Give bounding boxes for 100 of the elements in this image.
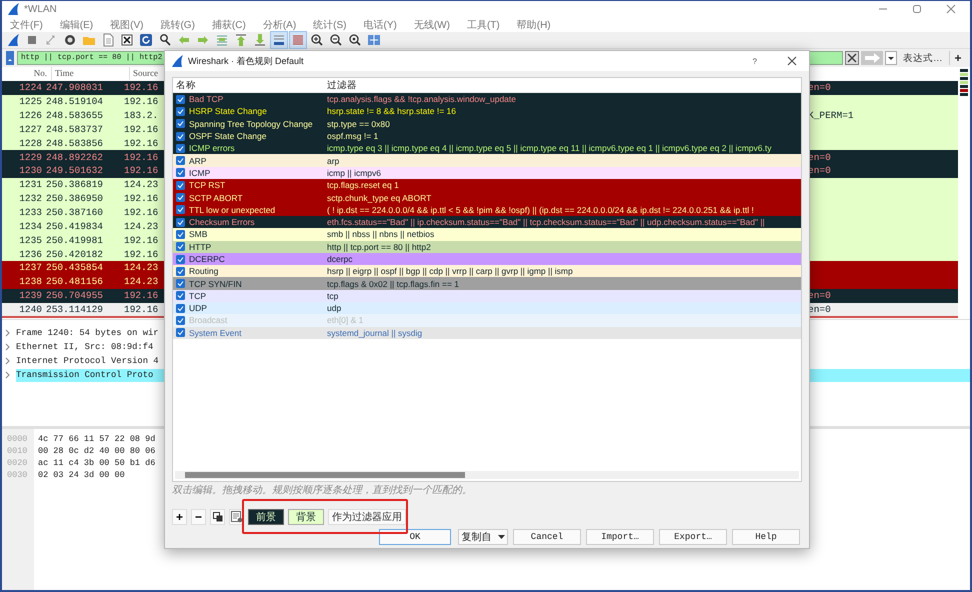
checkbox[interactable] [176, 230, 185, 239]
toolbar-button[interactable] [252, 32, 268, 48]
table-cell: 124.23 [124, 179, 159, 190]
checkbox[interactable] [176, 328, 185, 338]
bookmark-icon[interactable] [5, 51, 15, 65]
rule-row[interactable]: ICMP icmp || icmpv6 [173, 166, 801, 180]
checkbox[interactable] [176, 316, 185, 325]
rule-row[interactable]: TCP SYN/FIN tcp.flags & 0x02 || tcp.flags.fin == 1 [173, 277, 801, 290]
rule-row[interactable]: SCTP ABORT sctp.chunk_type eq ABORT [173, 191, 801, 204]
toolbar-button[interactable] [328, 32, 344, 48]
toolbar-button[interactable] [62, 32, 78, 48]
rule-row[interactable]: TTL low or unexpected ( ! ip.dst == 224.0.0.0/4 && ip.ttl < 5 && !pim && !ospf) || (ip.dst == 224.0.0.0/24 && ip.dst != 224.0.0.251 && ip.ttl ! [173, 204, 801, 216]
rule-row[interactable]: ICMP errors icmp.type eq 3 || icmp.type eq 4 || icmp.type eq 5 || icmp.type eq 11 || icmpv6.type eq 1 || icmpv6.type eq 2 || icmpv6.ty [173, 142, 801, 154]
dialog-button[interactable]: Import… [586, 529, 654, 545]
column-header[interactable]: Time [52, 67, 130, 80]
checkbox[interactable] [176, 94, 185, 104]
byte-offset: 0030 [7, 469, 28, 481]
document-icon [230, 511, 242, 523]
checkbox[interactable] [176, 106, 185, 116]
rule-row[interactable]: Routing hsrp || eigrp || ospf || bgp || cdp || vrrp || carp || gvrp || igmp || ismp [173, 265, 801, 278]
background-button[interactable]: 背景 [288, 509, 324, 525]
table-cell: icmp.type eq 3 || icmp.type eq 4 || icmp.type eq 5 || icmp.type eq 11 || icmpv6.type eq 1 || icmpv6.type eq 2 || icmpv6.ty [327, 143, 772, 154]
checkbox[interactable] [176, 254, 185, 264]
toolbar-button[interactable] [138, 32, 154, 48]
app-logo-icon [6, 2, 20, 16]
table-cell: 124.23 [124, 262, 159, 274]
dropdown-icon[interactable] [885, 51, 897, 65]
menu-item[interactable]: 统计(S) [313, 18, 346, 32]
rule-row[interactable]: TCP RST tcp.flags.reset eq 1 [173, 179, 801, 192]
rule-row[interactable]: HSRP State Change hsrp.state != 8 && hsrp.state != 16 [173, 105, 801, 118]
column-header[interactable]: 过滤器 [327, 78, 357, 92]
remove-button[interactable]: − [191, 509, 206, 525]
copy-button[interactable] [210, 509, 225, 525]
rule-row[interactable]: Checksum Errors eth.fcs.status=="Bad" || ip.checksum.status=="Bad" || tcp.checksum.status=="Bad" || udp.checksum.status=="Bad" || [173, 216, 801, 228]
table-cell-text: 1238 [18, 276, 43, 288]
toolbar-button[interactable] [347, 32, 363, 48]
checkbox[interactable] [176, 205, 185, 214]
checkbox[interactable] [176, 156, 185, 166]
menu-item[interactable]: 捕获(C) [212, 18, 246, 32]
table-cell: udp [327, 303, 342, 314]
toolbar-button[interactable] [119, 32, 135, 48]
menu-item[interactable]: 编辑(E) [60, 18, 94, 32]
rule-row[interactable]: TCP tcp [173, 290, 801, 302]
checkbox[interactable] [176, 119, 185, 128]
dialog-button[interactable]: 复制自 [458, 529, 508, 545]
dialog-button[interactable]: Cancel [513, 529, 581, 545]
toolbar-button[interactable] [309, 32, 325, 48]
table-cell-text: HSRP State Change [189, 106, 268, 116]
toolbar-button[interactable] [157, 32, 173, 48]
scroll-thumb[interactable] [185, 472, 465, 478]
checkbox[interactable] [176, 193, 185, 202]
table-cell-text: 1233 [18, 207, 43, 218]
rule-row[interactable]: DCERPC dcerpc [173, 252, 801, 266]
checkbox[interactable] [176, 180, 185, 190]
menu-item[interactable]: 视图(V) [110, 18, 144, 32]
menu-item[interactable]: 文件(F) [10, 18, 43, 32]
checkbox[interactable] [176, 168, 185, 178]
add-button[interactable]: + [172, 509, 187, 525]
rule-row[interactable]: HTTP http || tcp.port == 80 || http2 [173, 240, 801, 253]
menu-item[interactable]: 电话(Y) [364, 18, 397, 32]
rule-row[interactable]: SMB smb || nbss || nbns || netbios [173, 228, 801, 241]
checkbox[interactable] [176, 218, 185, 227]
rule-row[interactable]: System Event systemd_journal || sysdig [173, 326, 801, 339]
checkbox[interactable] [176, 266, 185, 276]
checkbox[interactable] [176, 279, 185, 288]
rule-row[interactable]: ARP arp [173, 154, 801, 167]
rule-row[interactable]: UDP udp [173, 302, 801, 314]
horizontal-scrollbar[interactable] [175, 471, 799, 479]
checkbox[interactable] [176, 144, 185, 153]
dialog-button[interactable]: Export… [659, 529, 727, 545]
checkbox[interactable] [176, 132, 185, 141]
maximize-icon[interactable] [912, 4, 922, 14]
apply-as-filter-button[interactable]: 作为过滤器应用 [328, 509, 406, 525]
rule-row[interactable]: OSPF State Change ospf.msg != 1 [173, 130, 801, 142]
checkbox[interactable] [176, 242, 185, 252]
clear-icon[interactable] [845, 51, 859, 65]
rule-row[interactable]: Bad TCP tcp.analysis.flags && !tcp.analysis.window_update [173, 93, 801, 106]
menu-item[interactable]: 无线(W) [414, 18, 450, 32]
rule-row[interactable]: Spanning Tree Topology Change stp.type == 0x80 [173, 118, 801, 130]
expression-button[interactable]: 表达式… [899, 52, 946, 64]
foreground-button[interactable]: 前景 [248, 509, 284, 525]
table-cell: eth[0] & 1 [327, 315, 364, 326]
checkbox[interactable] [176, 304, 185, 313]
menu-item[interactable]: 帮助(H) [516, 18, 551, 32]
table-cell-text: SMB [189, 229, 208, 240]
column-header[interactable]: 名称 [173, 78, 327, 92]
table-cell: tcp [327, 290, 338, 301]
dialog-button[interactable]: Help [732, 529, 800, 545]
striped-list-icon [291, 33, 305, 47]
add-button[interactable]: + [948, 51, 962, 65]
menu-item[interactable]: 跳转(G) [160, 18, 195, 32]
dialog-button[interactable]: OK [379, 529, 451, 545]
menu-item[interactable]: 分析(A) [262, 18, 296, 32]
column-header[interactable]: No. [2, 67, 52, 80]
toolbar-button[interactable] [233, 32, 249, 48]
help-button[interactable]: ? [752, 56, 757, 66]
menu-item[interactable]: 工具(T) [466, 18, 500, 32]
close-icon[interactable] [787, 56, 797, 66]
checkbox[interactable] [176, 291, 185, 300]
table-cell-text: TCP [189, 290, 207, 301]
